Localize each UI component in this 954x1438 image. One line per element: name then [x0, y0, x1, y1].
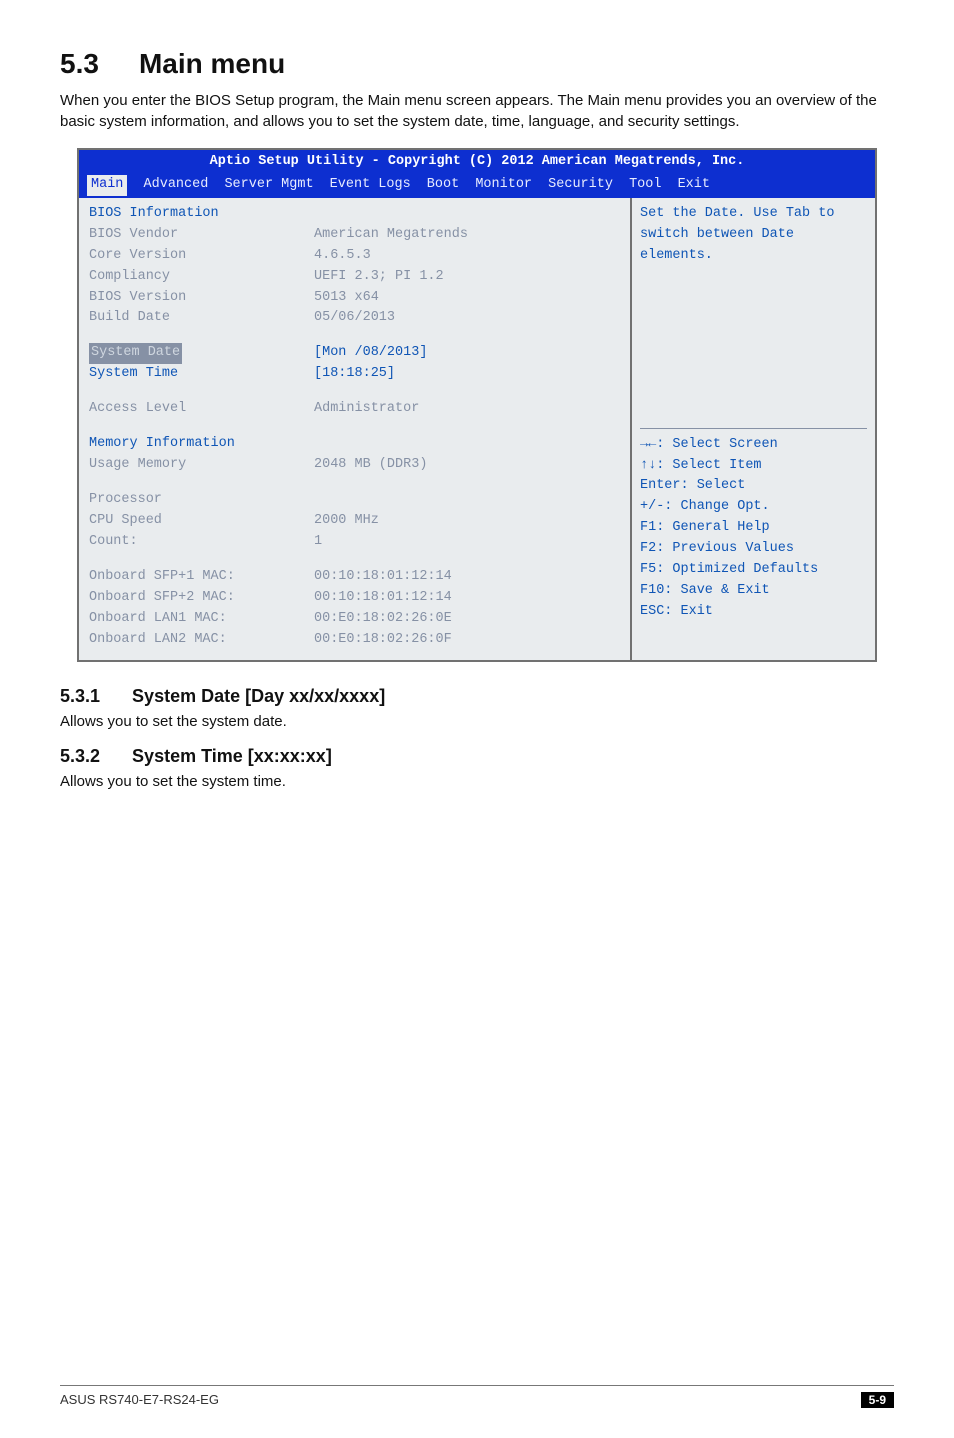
bios-menu-bar: Main Advanced Server Mgmt Event Logs Boo… [79, 175, 875, 198]
section-heading: 5.3 Main menu [60, 48, 894, 80]
value-system-date[interactable]: [Mon /08/2013] [314, 343, 620, 364]
nav-change-opt: +/-: Change Opt. [640, 497, 867, 518]
subsection-2-text: Allows you to set the system time. [60, 773, 894, 790]
value-sfp2-mac: 00:10:18:01:12:14 [314, 588, 620, 609]
section-title: Main menu [139, 48, 285, 79]
value-core-version: 4.6.5.3 [314, 246, 620, 267]
value-usage-memory: 2048 MB (DDR3) [314, 455, 620, 476]
value-bios-vendor: American Megatrends [314, 225, 620, 246]
menu-monitor[interactable]: Monitor [475, 175, 532, 196]
label-cpu-speed: CPU Speed [89, 511, 314, 532]
value-compliancy: UEFI 2.3; PI 1.2 [314, 267, 620, 288]
value-lan2-mac: 00:E0:18:02:26:0F [314, 630, 620, 651]
subsection-1-number: 5.3.1 [60, 686, 100, 707]
nav-f5: F5: Optimized Defaults [640, 560, 867, 581]
subsection-1-text: Allows you to set the system date. [60, 713, 894, 730]
menu-security[interactable]: Security [548, 175, 613, 196]
menu-event-logs[interactable]: Event Logs [330, 175, 411, 196]
footer-page-number: 5-9 [861, 1392, 894, 1408]
menu-exit[interactable]: Exit [678, 175, 710, 196]
section-number: 5.3 [60, 48, 99, 80]
subsection-1-title: System Date [Day xx/xx/xxxx] [132, 686, 385, 706]
value-build-date: 05/06/2013 [314, 308, 620, 329]
value-sfp1-mac: 00:10:18:01:12:14 [314, 567, 620, 588]
divider [640, 428, 867, 429]
help-line-1: Set the Date. Use Tab to [640, 204, 867, 225]
value-system-time[interactable]: [18:18:25] [314, 364, 620, 385]
label-build-date: Build Date [89, 308, 314, 329]
nav-f2: F2: Previous Values [640, 539, 867, 560]
value-cpu-speed: 2000 MHz [314, 511, 620, 532]
subsection-1-heading: 5.3.1 System Date [Day xx/xx/xxxx] [60, 686, 894, 707]
intro-paragraph: When you enter the BIOS Setup program, t… [60, 90, 894, 132]
bios-title-bar: Aptio Setup Utility - Copyright (C) 2012… [79, 150, 875, 175]
label-bios-version: BIOS Version [89, 288, 314, 309]
nav-enter: Enter: Select [640, 476, 867, 497]
label-cpu-count: Count: [89, 532, 314, 553]
label-compliancy: Compliancy [89, 267, 314, 288]
label-lan1-mac: Onboard LAN1 MAC: [89, 609, 314, 630]
label-sfp2-mac: Onboard SFP+2 MAC: [89, 588, 314, 609]
bios-info-header: BIOS Information [89, 204, 314, 225]
label-sfp1-mac: Onboard SFP+1 MAC: [89, 567, 314, 588]
nav-f10: F10: Save & Exit [640, 581, 867, 602]
menu-main[interactable]: Main [87, 175, 127, 196]
bios-left-pane: BIOS Information BIOS VendorAmerican Meg… [79, 198, 630, 661]
nav-esc: ESC: Exit [640, 602, 867, 623]
bios-right-pane: Set the Date. Use Tab to switch between … [630, 198, 875, 661]
menu-tool[interactable]: Tool [629, 175, 661, 196]
label-system-time[interactable]: System Time [89, 364, 314, 385]
processor-header: Processor [89, 490, 314, 511]
value-bios-version: 5013 x64 [314, 288, 620, 309]
nav-select-screen: →←: Select Screen [640, 435, 867, 456]
label-core-version: Core Version [89, 246, 314, 267]
label-usage-memory: Usage Memory [89, 455, 314, 476]
menu-boot[interactable]: Boot [427, 175, 459, 196]
memory-info-header: Memory Information [89, 434, 314, 455]
label-system-date[interactable]: System Date [89, 343, 182, 364]
menu-advanced[interactable]: Advanced [144, 175, 209, 196]
label-bios-vendor: BIOS Vendor [89, 225, 314, 246]
nav-select-item: ↑↓: Select Item [640, 456, 867, 477]
footer-product: ASUS RS740-E7-RS24-EG [60, 1392, 219, 1408]
help-line-2: switch between Date elements. [640, 225, 867, 267]
bios-screenshot: Aptio Setup Utility - Copyright (C) 2012… [77, 148, 877, 662]
label-access-level: Access Level [89, 399, 314, 420]
value-access-level: Administrator [314, 399, 620, 420]
page-footer: ASUS RS740-E7-RS24-EG 5-9 [60, 1385, 894, 1408]
value-lan1-mac: 00:E0:18:02:26:0E [314, 609, 620, 630]
subsection-2-number: 5.3.2 [60, 746, 100, 767]
value-cpu-count: 1 [314, 532, 620, 553]
menu-server-mgmt[interactable]: Server Mgmt [224, 175, 313, 196]
nav-f1: F1: General Help [640, 518, 867, 539]
subsection-2-title: System Time [xx:xx:xx] [132, 746, 332, 766]
subsection-2-heading: 5.3.2 System Time [xx:xx:xx] [60, 746, 894, 767]
label-lan2-mac: Onboard LAN2 MAC: [89, 630, 314, 651]
